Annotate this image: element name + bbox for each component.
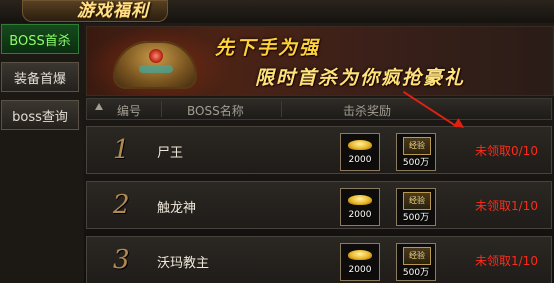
page-title: 游戏福利 bbox=[77, 1, 149, 21]
boss-name: 触龙神 bbox=[157, 201, 197, 216]
main-panel: 先下手为强 限时首杀为你疯抢豪礼 编号 BOSS名称 击杀奖励 1 尸王 200… bbox=[84, 23, 554, 283]
sidebar-item-equipment-first-drop[interactable]: 装备首爆 bbox=[1, 62, 79, 92]
row-number: 1 bbox=[113, 135, 130, 165]
gold-amount: 2000 bbox=[348, 210, 372, 220]
exp-reward-slot[interactable]: 经验 500万 bbox=[396, 243, 436, 281]
sort-arrow-icon[interactable] bbox=[95, 103, 103, 110]
sidebar: BOSS首杀 装备首爆 boss查询 bbox=[0, 23, 83, 283]
promo-banner: 先下手为强 限时首杀为你疯抢豪礼 bbox=[86, 26, 554, 96]
gold-ingot-icon bbox=[348, 250, 372, 260]
gold-amount: 2000 bbox=[348, 265, 372, 275]
urn-gem-icon bbox=[149, 49, 163, 63]
header-divider bbox=[161, 101, 162, 117]
gold-ingot-icon bbox=[348, 195, 372, 205]
gold-reward-slot[interactable]: 2000 bbox=[340, 133, 380, 171]
exp-badge-icon: 经验 bbox=[403, 247, 431, 265]
exp-amount: 500万 bbox=[402, 213, 430, 223]
title-plate: 游戏福利 bbox=[22, 0, 168, 22]
gold-reward-slot[interactable]: 2000 bbox=[340, 188, 380, 226]
header-divider bbox=[281, 101, 282, 117]
banner-slogan-1: 先下手为强 bbox=[215, 37, 321, 59]
table-header: 编号 BOSS名称 击杀奖励 bbox=[86, 98, 552, 120]
banner-slogan-2: 限时首杀为你疯抢豪礼 bbox=[255, 67, 466, 89]
exp-amount: 500万 bbox=[402, 158, 430, 168]
claim-status[interactable]: 未领取0/10 bbox=[475, 142, 538, 159]
boss-name: 尸王 bbox=[157, 146, 184, 161]
treasure-urn-icon bbox=[113, 41, 197, 89]
urn-band-icon bbox=[139, 65, 173, 73]
sidebar-item-boss-query[interactable]: boss查询 bbox=[1, 100, 79, 130]
top-title-bar: 游戏福利 bbox=[0, 0, 554, 23]
boss-name: 沃玛教主 bbox=[157, 256, 210, 271]
table-row: 1 尸王 2000 经验 500万 未领取0/10 bbox=[86, 126, 552, 174]
header-boss-name: BOSS名称 bbox=[187, 104, 244, 118]
gold-ingot-icon bbox=[348, 140, 372, 150]
row-number: 3 bbox=[113, 245, 130, 275]
row-number: 2 bbox=[113, 190, 130, 220]
table-row: 3 沃玛教主 2000 经验 500万 未领取1/10 bbox=[86, 236, 552, 283]
gold-amount: 2000 bbox=[348, 155, 372, 165]
table-row: 2 触龙神 2000 经验 500万 未领取1/10 bbox=[86, 181, 552, 229]
claim-status[interactable]: 未领取1/10 bbox=[475, 252, 538, 269]
header-reward: 击杀奖励 bbox=[343, 104, 392, 118]
exp-amount: 500万 bbox=[402, 268, 430, 278]
exp-reward-slot[interactable]: 经验 500万 bbox=[396, 133, 436, 171]
exp-badge-icon: 经验 bbox=[403, 192, 431, 210]
exp-badge-icon: 经验 bbox=[403, 137, 431, 155]
exp-reward-slot[interactable]: 经验 500万 bbox=[396, 188, 436, 226]
sidebar-item-boss-first-kill[interactable]: BOSS首杀 bbox=[1, 24, 79, 54]
header-number: 编号 bbox=[117, 104, 142, 118]
gold-reward-slot[interactable]: 2000 bbox=[340, 243, 380, 281]
claim-status[interactable]: 未领取1/10 bbox=[475, 197, 538, 214]
